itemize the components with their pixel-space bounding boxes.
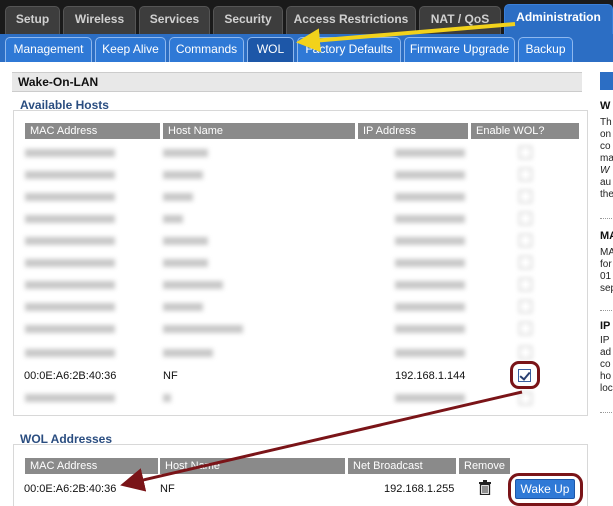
highlight-ring bbox=[508, 473, 583, 506]
page-title: Wake-On-LAN bbox=[12, 72, 582, 92]
host-mac: 00:0E:A6:2B:40:36 bbox=[24, 370, 117, 382]
subtab-firmware-upgrade[interactable]: Firmware Upgrade bbox=[404, 37, 515, 62]
subtab-backup[interactable]: Backup bbox=[518, 37, 573, 62]
host-name: NF bbox=[163, 370, 178, 382]
tab-wireless[interactable]: Wireless bbox=[63, 6, 136, 34]
col-mac-address: MAC Address bbox=[25, 123, 160, 139]
col-wol-host-name: Host Name bbox=[160, 458, 345, 474]
help-panel-header bbox=[600, 72, 613, 90]
wol-addresses-panel bbox=[13, 444, 588, 506]
subtab-management[interactable]: Management bbox=[5, 37, 92, 62]
subtab-commands[interactable]: Commands bbox=[169, 37, 244, 62]
tab-services[interactable]: Services bbox=[139, 6, 210, 34]
tab-setup[interactable]: Setup bbox=[5, 6, 60, 34]
main-tab-bar: Setup Wireless Services Security Access … bbox=[0, 0, 613, 34]
wol-broadcast: 192.168.1.255 bbox=[384, 483, 455, 495]
col-ip-address: IP Address bbox=[358, 123, 468, 139]
sub-tab-bar: Management Keep Alive Commands WOL Facto… bbox=[0, 34, 613, 62]
col-net-broadcast: Net Broadcast bbox=[348, 458, 456, 474]
content-area: Wake-On-LAN Available Hosts MAC Address … bbox=[0, 62, 613, 506]
subtab-keep-alive[interactable]: Keep Alive bbox=[95, 37, 166, 62]
trash-icon[interactable] bbox=[479, 480, 491, 495]
tab-nat-qos[interactable]: NAT / QoS bbox=[419, 6, 501, 34]
col-host-name: Host Name bbox=[163, 123, 355, 139]
tab-security[interactable]: Security bbox=[213, 6, 283, 34]
wol-host-name: NF bbox=[160, 483, 175, 495]
col-wol-mac-address: MAC Address bbox=[25, 458, 158, 474]
subtab-factory-defaults[interactable]: Factory Defaults bbox=[297, 37, 401, 62]
col-enable-wol: Enable WOL? bbox=[471, 123, 579, 139]
tab-administration[interactable]: Administration bbox=[504, 4, 613, 34]
tab-access-restrictions[interactable]: Access Restrictions bbox=[286, 6, 416, 34]
highlight-ring bbox=[510, 361, 540, 389]
col-remove: Remove bbox=[459, 458, 510, 474]
help-panel: W Th on co ma W au the MA MA for 01 sep … bbox=[596, 72, 613, 506]
subtab-wol[interactable]: WOL bbox=[247, 37, 294, 62]
wol-mac: 00:0E:A6:2B:40:36 bbox=[24, 483, 117, 495]
host-ip: 192.168.1.144 bbox=[395, 370, 466, 382]
